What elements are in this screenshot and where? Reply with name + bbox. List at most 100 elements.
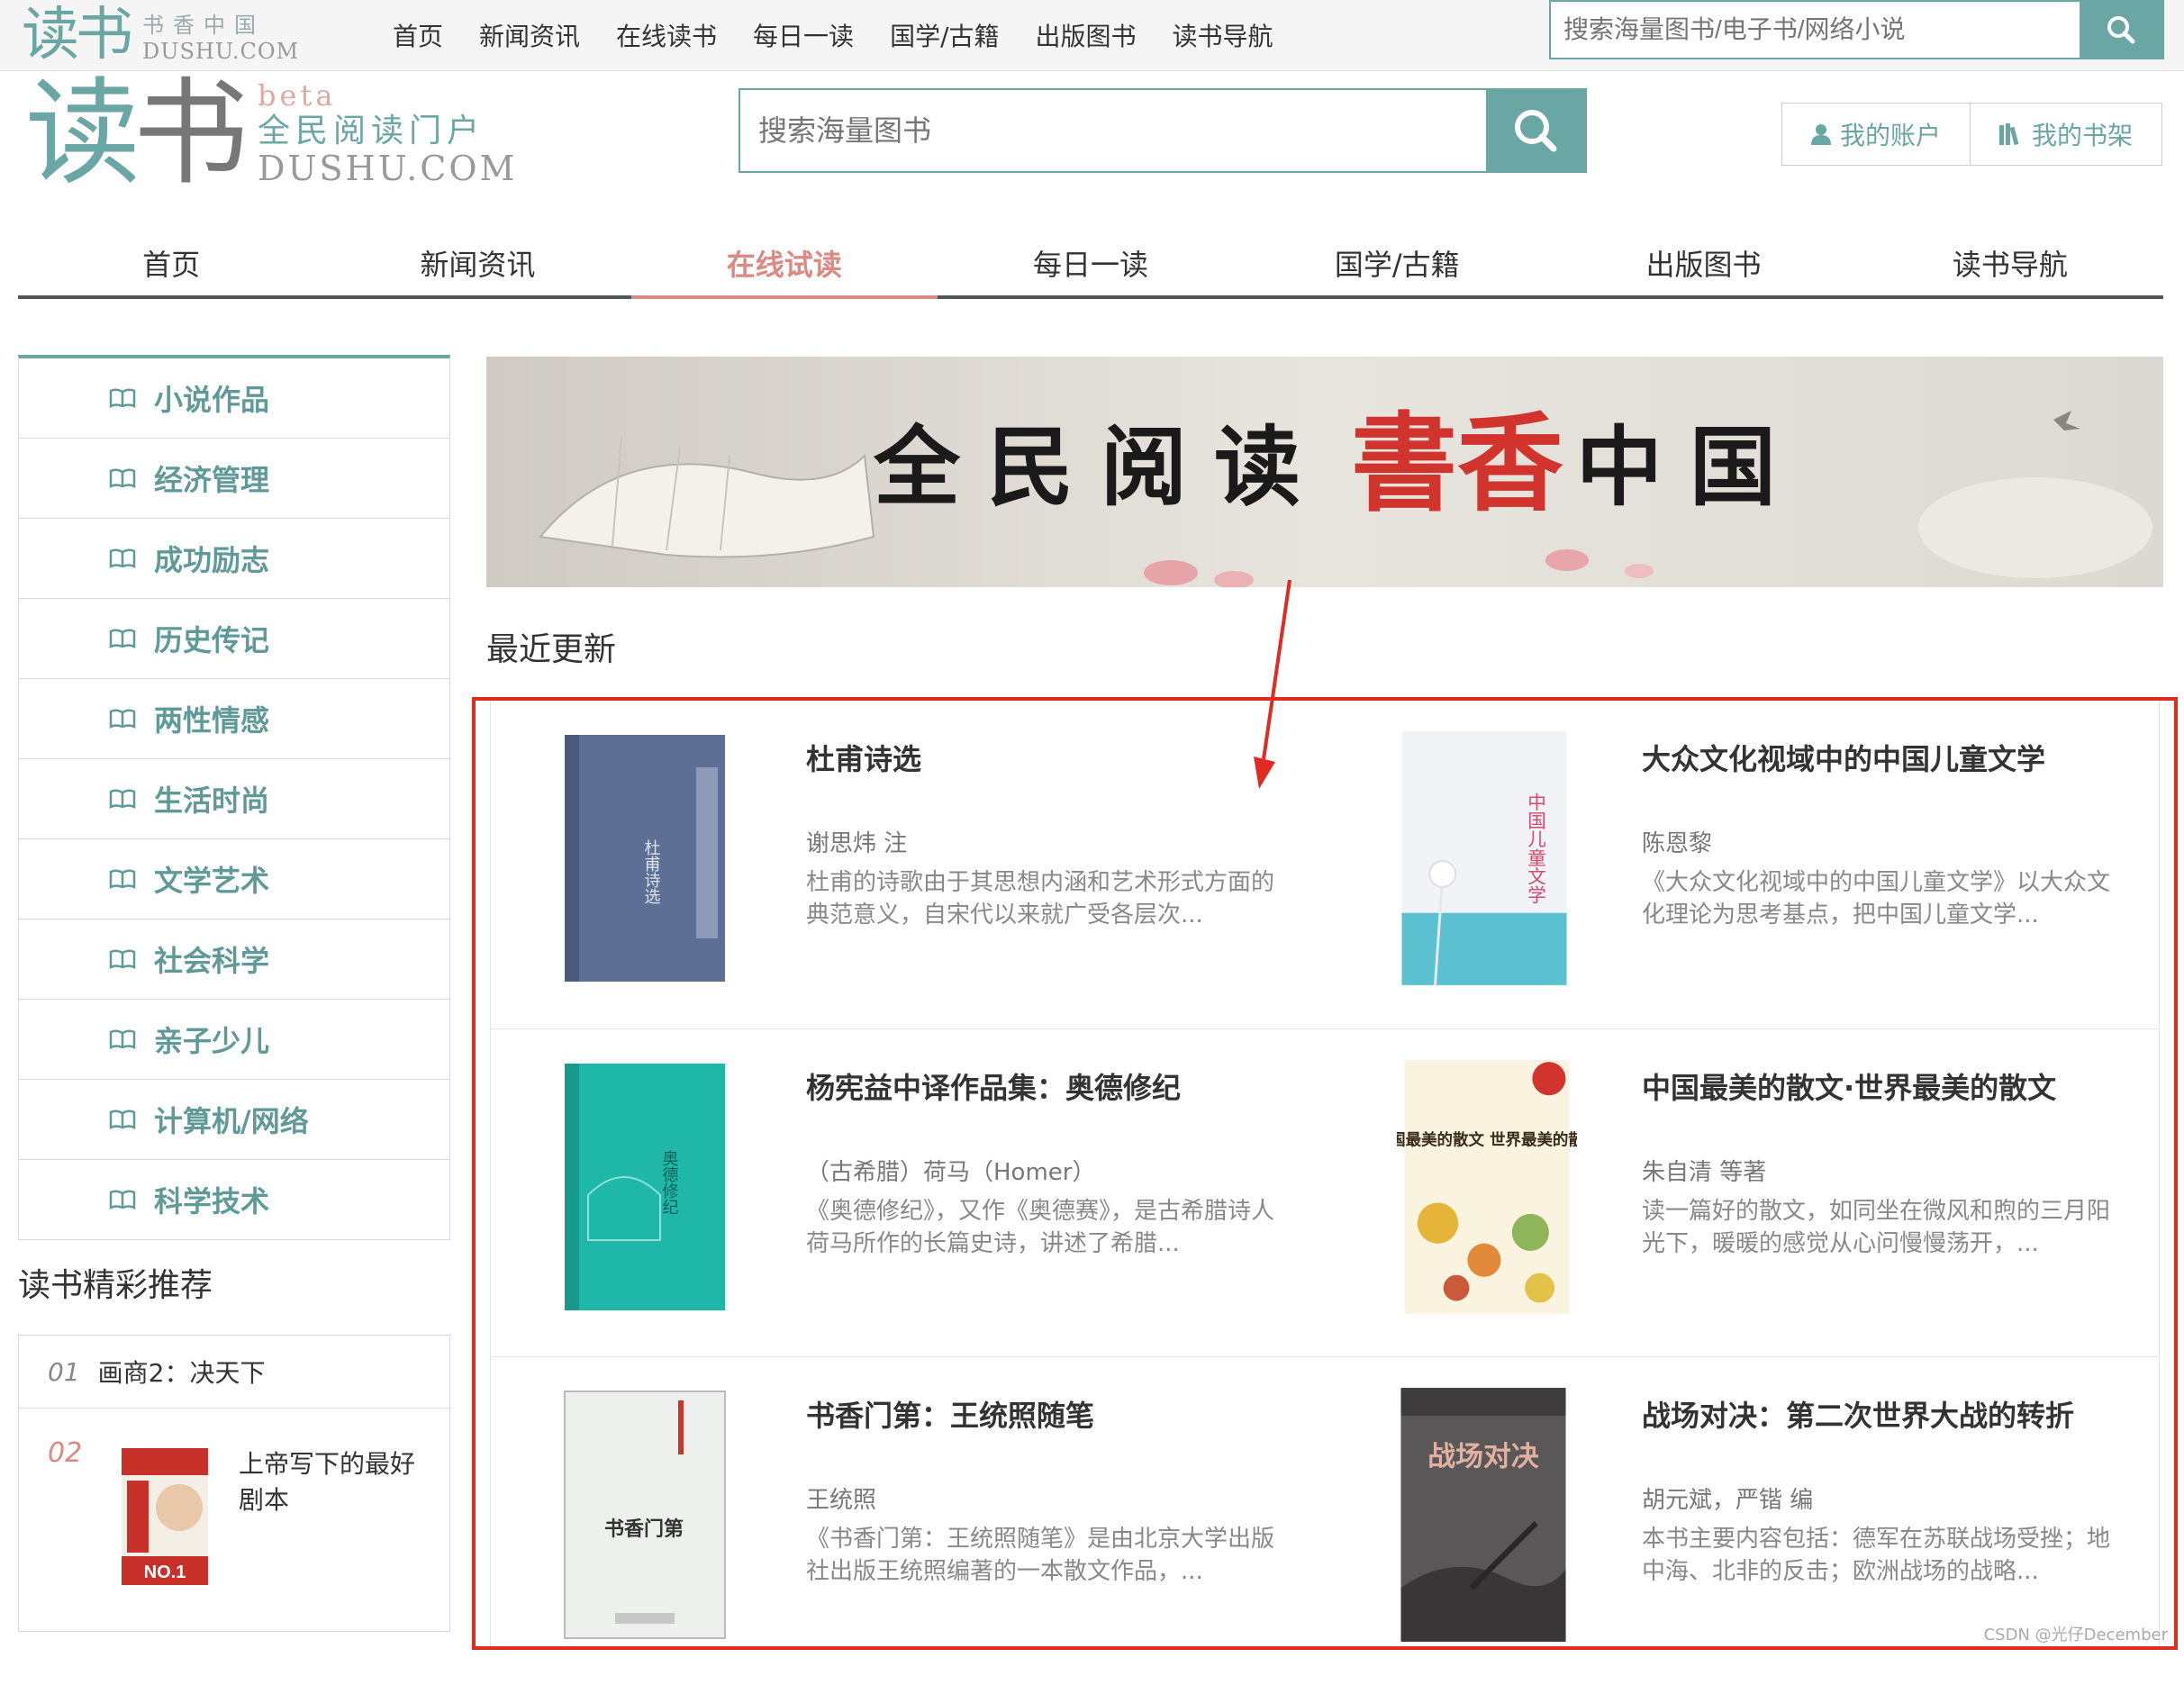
top-search-button[interactable] (2080, 2, 2162, 58)
bookshelf-icon (1999, 123, 2019, 145)
category-item[interactable]: 计算机/网络 (19, 1080, 449, 1160)
book-title[interactable]: 书香门第：王统照随笔 (806, 1393, 1094, 1435)
book-title[interactable]: 战场对决：第二次世界大战的转折 (1642, 1393, 2074, 1435)
category-item[interactable]: 科学技术 (19, 1160, 449, 1239)
book-title[interactable]: 中国最美的散文·世界最美的散文 (1642, 1065, 2056, 1107)
book-title[interactable]: 大众文化视域中的中国儿童文学 (1642, 737, 2045, 778)
book-description: 杜甫的诗歌由于其思想内涵和艺术形式方面的典范意义，自宋代以来就广受各层次... (806, 869, 1275, 929)
book-description: 《书香门第：王统照随笔》是由北京大学出版社出版王统照编著的一本散文作品，... (806, 1526, 1275, 1585)
recommend-item-title: 上帝写下的最好剧本 (239, 1449, 416, 1515)
book-open-icon (109, 949, 136, 969)
top-logo-mark: 读书 (22, 2, 133, 68)
recommend-rank: 01 (48, 1356, 80, 1387)
top-nav-guide[interactable]: 读书导航 (1173, 17, 1273, 53)
cover-title: 中国最美的散文 世界最美的散文 (1397, 1131, 1577, 1150)
category-label: 计算机/网络 (154, 1104, 309, 1138)
site-logo[interactable]: 读书 beta 全民阅读门户 DUSHU.COM (25, 76, 517, 193)
top-nav-news[interactable]: 新闻资讯 (479, 17, 580, 53)
main-search-box (739, 88, 1587, 173)
book-list-highlight: 杜甫诗选 杜甫诗选 谢思炜 注 杜甫的诗歌由于其思想内涵和艺术形式方面的典范意义… (472, 697, 2178, 1650)
category-item[interactable]: 小说作品 (19, 358, 449, 439)
book-description: 《大众文化视域中的中国儿童文学》以大众文化理论为思考基点，把中国儿童文学... (1642, 869, 2111, 929)
main-search-input[interactable] (740, 90, 1486, 171)
category-label: 小说作品 (154, 383, 270, 417)
recommend-cover-image[interactable]: NO.1 (109, 1445, 217, 1589)
book-author: 王统照 (806, 1487, 877, 1514)
category-label: 成功励志 (154, 543, 270, 577)
category-item[interactable]: 成功励志 (19, 519, 449, 599)
category-item[interactable]: 亲子少儿 (19, 1000, 449, 1080)
category-label: 科学技术 (154, 1184, 270, 1218)
nav-online-trial[interactable]: 在线试读 (630, 231, 938, 299)
book-cover-image[interactable]: 奥德修纪 (561, 1060, 729, 1314)
top-nav-classics[interactable]: 国学/古籍 (890, 17, 999, 53)
recommend-rank: 02 (48, 1437, 83, 1469)
banner-text-3: 中国 (1576, 416, 1803, 518)
book-row: 杜甫诗选 杜甫诗选 谢思炜 注 杜甫的诗歌由于其思想内涵和艺术形式方面的典范意义… (491, 701, 2159, 1028)
top-nav-daily[interactable]: 每日一读 (753, 17, 854, 53)
book-author: 谢思炜 注 (806, 830, 908, 857)
book-author: （古希腊）荷马（Homer） (806, 1159, 1096, 1186)
nav-home[interactable]: 首页 (18, 231, 324, 295)
category-label: 历史传记 (154, 623, 270, 657)
book-cover-image[interactable]: 杜甫诗选 (561, 731, 729, 985)
top-search-input[interactable] (1551, 2, 2080, 58)
category-label: 生活时尚 (154, 784, 270, 818)
my-shelf-button[interactable]: 我的书架 (1970, 104, 2161, 165)
book-title[interactable]: 杜甫诗选 (806, 737, 921, 778)
book-open-icon (109, 1110, 136, 1129)
book-open-icon (109, 1190, 136, 1209)
category-item[interactable]: 两性情感 (19, 679, 449, 759)
category-item[interactable]: 生活时尚 (19, 759, 449, 839)
main-search-button[interactable] (1486, 90, 1585, 171)
category-item[interactable]: 社会科学 (19, 920, 449, 1000)
top-logo[interactable]: 读书 书香中国 DUSHU.COM (22, 0, 299, 70)
category-item[interactable]: 历史传记 (19, 599, 449, 679)
category-item[interactable]: 经济管理 (19, 439, 449, 519)
logo-char-shu: 书 (133, 67, 249, 201)
top-bar: 读书 书香中国 DUSHU.COM 首页 新闻资讯 在线读书 每日一读 国学/古… (0, 0, 2184, 71)
top-nav-online-read[interactable]: 在线读书 (616, 17, 717, 53)
recommend-item[interactable]: 02 NO.1 上帝写下的最好剧本 (19, 1409, 449, 1616)
account-buttons: 我的账户 我的书架 (1781, 103, 2163, 166)
cover-title: 奥德修纪 (660, 1150, 679, 1215)
book-cover-image[interactable]: 中国最美的散文 世界最美的散文 (1397, 1056, 1577, 1318)
nav-classics[interactable]: 国学/古籍 (1244, 231, 1550, 295)
my-shelf-label: 我的书架 (2032, 121, 2134, 150)
nav-news[interactable]: 新闻资讯 (324, 231, 630, 295)
search-icon (1515, 110, 1557, 152)
user-icon (1811, 124, 1831, 145)
book-item[interactable]: 杜甫诗选 杜甫诗选 谢思炜 注 杜甫的诗歌由于其思想内涵和艺术形式方面的典范意义… (491, 701, 1319, 1028)
book-cover-image[interactable]: 书香门第 (561, 1388, 729, 1642)
book-item[interactable]: 书香门第 书香门第：王统照随笔 王统照 《书香门第：王统照随笔》是由北京大学出版… (491, 1357, 1319, 1685)
nav-published-books[interactable]: 出版图书 (1550, 231, 1856, 295)
book-item[interactable]: 中国儿童文学 大众文化视域中的中国儿童文学 陈恩黎 《大众文化视域中的中国儿童文… (1327, 701, 2155, 1028)
category-label: 文学艺术 (154, 864, 270, 898)
category-label: 亲子少儿 (154, 1024, 270, 1058)
book-description: 《奥德修纪》，又作《奥德赛》，是古希腊诗人荷马所作的长篇史诗，讲述了希腊... (806, 1198, 1275, 1257)
recommend-item[interactable]: 01 画商2：决天下 (19, 1336, 449, 1409)
nav-reading-guide[interactable]: 读书导航 (1857, 231, 2163, 295)
book-cover-image[interactable]: 中国儿童文学 (1391, 728, 1577, 989)
banner-text-2: 書香 (1351, 401, 1563, 526)
cover-title: 书香门第 (604, 1517, 684, 1541)
recent-updates-title: 最近更新 (486, 631, 617, 668)
book-item[interactable]: 中国最美的散文 世界最美的散文 中国最美的散文·世界最美的散文 朱自清 等著 读… (1327, 1029, 2155, 1357)
top-nav-published[interactable]: 出版图书 (1036, 17, 1137, 53)
book-open-icon (109, 869, 136, 889)
my-account-label: 我的账户 (1840, 121, 1942, 150)
category-item[interactable]: 文学艺术 (19, 839, 449, 920)
nav-daily-read[interactable]: 每日一读 (938, 231, 1244, 295)
book-description: 本书主要内容包括：德军在苏联战场受挫；地中海、北非的反击；欧洲战场的战略... (1642, 1526, 2111, 1585)
top-logo-en: DUSHU.COM (142, 38, 300, 64)
top-nav-home[interactable]: 首页 (393, 17, 443, 53)
banner-image[interactable]: 全民阅读 書香 中国 (486, 357, 2163, 587)
book-author: 朱自清 等著 (1642, 1159, 1767, 1186)
site-logo-mark: 读书 (25, 77, 249, 192)
book-title[interactable]: 杨宪益中译作品集：奥德修纪 (806, 1065, 1181, 1107)
book-cover-image[interactable]: 战场对决 (1393, 1384, 1573, 1645)
my-account-button[interactable]: 我的账户 (1782, 104, 1970, 165)
book-item[interactable]: 奥德修纪 杨宪益中译作品集：奥德修纪 （古希腊）荷马（Homer） 《奥德修纪》… (491, 1029, 1319, 1357)
top-logo-cn: 书香中国 (142, 12, 265, 38)
top-logo-text: 书香中国 DUSHU.COM (142, 7, 299, 64)
